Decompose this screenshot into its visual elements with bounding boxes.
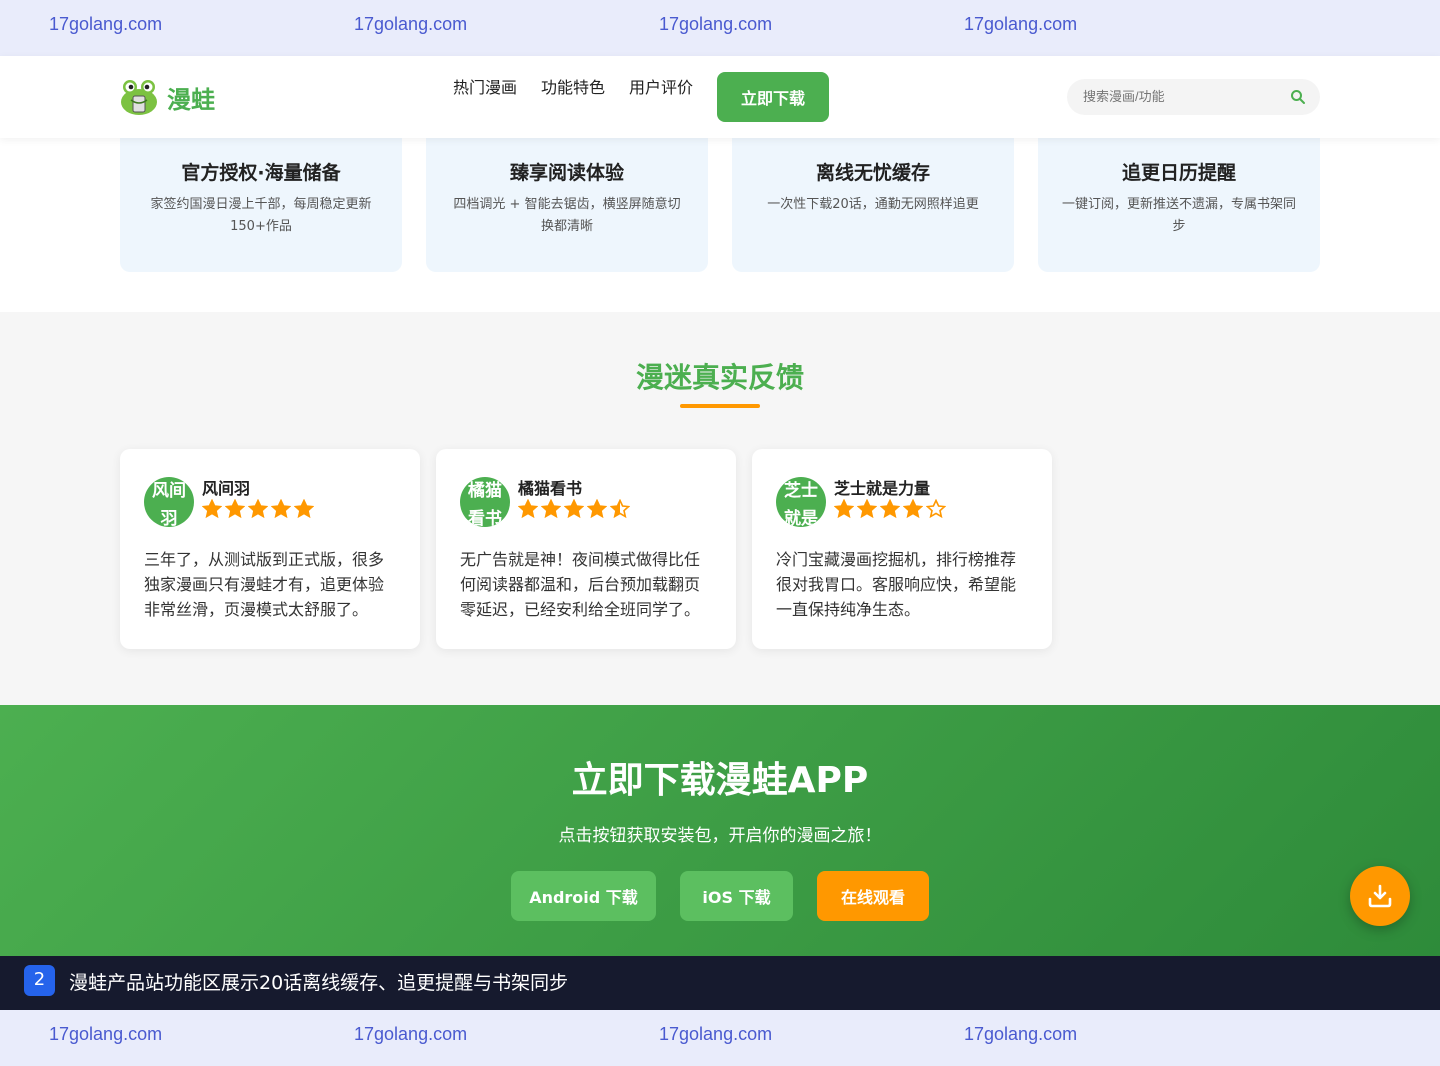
star-full-icon <box>271 499 291 519</box>
site-header: 漫蛙 热门漫画 功能特色 用户评价 立即下载 <box>0 56 1440 138</box>
avatar: 风间羽 <box>144 477 194 527</box>
feature-title: 官方授权·海量储备 <box>181 162 341 184</box>
feature-card: 臻享阅读体验 四档调光 + 智能去锯齿，横竖屏随意切换都清晰 <box>426 126 708 272</box>
watermark-text: 17golang.com <box>49 14 163 34</box>
feature-title: 臻享阅读体验 <box>509 162 624 184</box>
review-text: 冷门宝藏漫画挖掘机，排行榜推荐很对我胃口。客服响应快，希望能一直保持纯净生态。 <box>776 550 1017 619</box>
feature-title: 追更日历提醒 <box>1121 162 1236 184</box>
search-input[interactable] <box>1083 79 1273 115</box>
watermark-bar-top: 17golang.com 17golang.com 17golang.com 1… <box>0 0 1440 56</box>
download-icon <box>1368 884 1392 908</box>
star-full-icon <box>248 499 268 519</box>
feature-desc: 四档调光 + 智能去锯齿，横竖屏随意切换都清晰 <box>453 197 681 234</box>
star-full-icon <box>518 499 538 519</box>
star-full-icon <box>294 499 314 519</box>
cta-subtitle: 点击按钮获取安装包，开启你的漫画之旅！ <box>558 826 882 846</box>
watermark-text: 17golang.com <box>354 1024 468 1044</box>
header-download-button[interactable]: 立即下载 <box>717 72 829 122</box>
nav-link-hot-comics[interactable]: 热门漫画 <box>453 74 517 98</box>
star-full-icon <box>834 499 854 519</box>
avatar: 橘猫看书 <box>460 477 510 527</box>
avatar: 芝士就是力量 <box>776 477 826 527</box>
section-title: 漫迷真实反馈 <box>635 361 804 394</box>
android-download-button[interactable]: Android 下载 <box>511 871 656 921</box>
star-full-icon <box>857 499 877 519</box>
logo-text: 漫蛙 <box>167 85 215 114</box>
feature-desc: 一键订阅，更新推送不遗漏，专属书架同步 <box>1062 197 1297 234</box>
frog-logo-icon <box>121 80 157 115</box>
star-full-icon <box>903 499 923 519</box>
rating-stars <box>518 499 633 519</box>
feature-desc: 家签约国漫日漫上千部，每周稳定更新150+作品 <box>150 197 372 234</box>
caption-number: 2 <box>24 965 55 996</box>
logo[interactable]: 漫蛙 <box>119 78 215 116</box>
reviewer-name: 芝士就是力量 <box>834 479 931 498</box>
review-text: 三年了，从测试版到正式版，很多独家漫画只有漫蛙才有，追更体验非常丝滑，页漫模式太… <box>144 550 385 619</box>
cta-section: 立即下载漫蛙APP 点击按钮获取安装包，开启你的漫画之旅！ Android 下载… <box>0 705 1440 956</box>
nav-link-features[interactable]: 功能特色 <box>541 74 605 98</box>
star-half-icon <box>610 499 630 519</box>
features-section: 官方授权·海量储备 家签约国漫日漫上千部，每周稳定更新150+作品 臻享阅读体验… <box>0 126 1440 312</box>
review-card: 橘猫看书 橘猫看书 无广告就是神！夜间模式做得比任何阅读器都温和，后台预加载翻页… <box>436 449 736 649</box>
watermark-text: 17golang.com <box>964 14 1078 34</box>
watermark-bar-bottom: 17golang.com 17golang.com 17golang.com 1… <box>0 1010 1440 1066</box>
caption-bar: 2 漫蛙产品站功能区展示20话离线缓存、追更提醒与书架同步 <box>0 956 1440 1010</box>
floating-download-button[interactable] <box>1350 866 1410 926</box>
star-full-icon <box>564 499 584 519</box>
rating-stars <box>834 499 949 519</box>
cta-title: 立即下载漫蛙APP <box>571 760 869 801</box>
main-nav: 热门漫画 功能特色 用户评价 立即下载 <box>453 72 829 122</box>
star-full-icon <box>202 499 222 519</box>
feature-desc: 一次性下载20话，通勤无网照样追更 <box>767 197 979 212</box>
ios-download-button[interactable]: iOS 下载 <box>680 871 793 921</box>
star-full-icon <box>541 499 561 519</box>
star-empty-icon <box>926 499 946 519</box>
reviewer-name: 风间羽 <box>202 479 251 498</box>
search-box <box>1067 79 1320 115</box>
review-text: 无广告就是神！夜间模式做得比任何阅读器都温和，后台预加载翻页零延迟，已经安利给全… <box>460 550 701 619</box>
nav-link-reviews[interactable]: 用户评价 <box>629 74 693 98</box>
review-card: 风间羽 风间羽 三年了，从测试版到正式版，很多独家漫画只有漫蛙才有，追更体验非常… <box>120 449 420 649</box>
feature-title: 离线无忧缓存 <box>815 162 930 184</box>
caption-text: 漫蛙产品站功能区展示20话离线缓存、追更提醒与书架同步 <box>69 972 569 994</box>
watermark-text: 17golang.com <box>659 14 773 34</box>
online-watch-button[interactable]: 在线观看 <box>817 871 929 921</box>
watermark-text: 17golang.com <box>659 1024 773 1044</box>
watermark-text: 17golang.com <box>354 14 468 34</box>
watermark-text: 17golang.com <box>964 1024 1078 1044</box>
star-full-icon <box>587 499 607 519</box>
feature-card: 离线无忧缓存 一次性下载20话，通勤无网照样追更 <box>732 126 1014 272</box>
review-card: 芝士就是力量 芝士就是力量 冷门宝藏漫画挖掘机，排行榜推荐很对我胃口。客服响应快… <box>752 449 1052 649</box>
star-full-icon <box>880 499 900 519</box>
reviewer-name: 橘猫看书 <box>518 479 583 498</box>
feature-card: 官方授权·海量储备 家签约国漫日漫上千部，每周稳定更新150+作品 <box>120 126 402 272</box>
watermark-text: 17golang.com <box>49 1024 163 1044</box>
feature-card: 追更日历提醒 一键订阅，更新推送不遗漏，专属书架同步 <box>1038 126 1320 272</box>
rating-stars <box>202 499 317 519</box>
title-underline <box>680 404 760 408</box>
search-icon[interactable] <box>1290 89 1306 105</box>
star-full-icon <box>225 499 245 519</box>
